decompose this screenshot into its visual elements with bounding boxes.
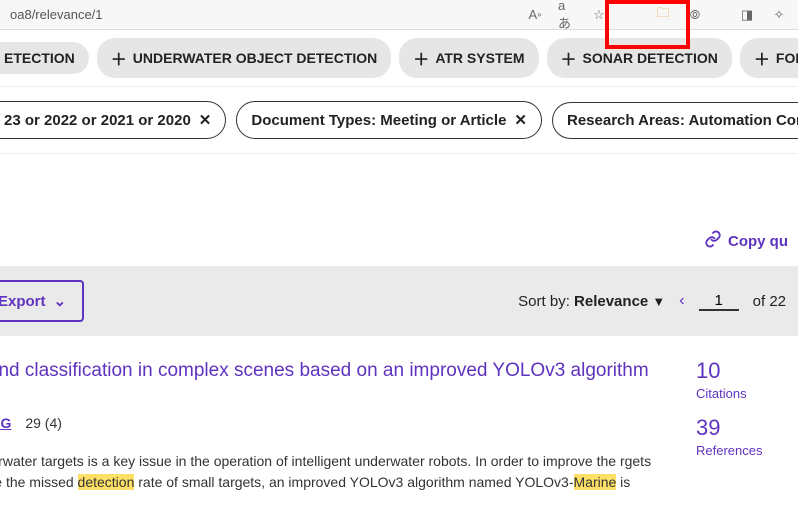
highlight: Marine: [574, 474, 617, 490]
prev-page-button[interactable]: ‹: [679, 292, 684, 310]
filter-chip-doctype[interactable]: Document Types: Meeting or Article✕: [236, 101, 542, 139]
link-icon: [704, 230, 722, 252]
filter-chip-area[interactable]: Research Areas: Automation Control Syste: [552, 102, 798, 139]
spacer: [0, 154, 798, 224]
close-icon[interactable]: ✕: [514, 111, 527, 129]
plus-icon: ＋: [413, 46, 429, 70]
folder-icon[interactable]: 🗀: [654, 6, 672, 24]
keyword-chip[interactable]: ＋UNDERWATER OBJECT DETECTION: [97, 38, 392, 78]
citations-count: 10: [696, 358, 786, 384]
volume-info: 29 (4): [25, 415, 62, 431]
citations-link[interactable]: Citations: [696, 386, 786, 401]
collections-icon[interactable]: ✧: [770, 6, 788, 24]
read-aloud-icon[interactable]: A»: [526, 6, 544, 24]
extension-icon[interactable]: ⦾: [686, 6, 704, 24]
result-metrics: 10 Citations 39 References: [696, 358, 786, 493]
sort-pagination: Sort by: Relevance ▼ ‹ of 22: [518, 292, 786, 311]
favorite-icon[interactable]: ☆: [590, 6, 608, 24]
browser-icons: A» aあ ☆ 🗀 ⦾ ◨ ✧: [526, 6, 788, 24]
result-title[interactable]: tion and classification in complex scene…: [0, 358, 676, 385]
plus-icon: ＋: [754, 46, 770, 70]
plus-icon: ＋: [111, 46, 127, 70]
page-of-label: of 22: [753, 293, 786, 310]
abstract: on of underwater targets is a key issue …: [0, 451, 676, 493]
keyword-chip[interactable]: ETECTION: [0, 42, 89, 74]
close-icon[interactable]: ✕: [199, 111, 212, 129]
active-filters: 23 or 2022 or 2021 or 2020✕ Document Typ…: [0, 87, 798, 154]
highlight: detection: [78, 474, 135, 490]
references-count: 39: [696, 415, 786, 441]
translate-icon[interactable]: aあ: [558, 6, 576, 24]
plus-icon: ＋: [561, 46, 577, 70]
search-result: tion and classification in complex scene…: [0, 336, 798, 493]
keyword-suggestions: ETECTION ＋UNDERWATER OBJECT DETECTION ＋A…: [0, 30, 798, 87]
page-input[interactable]: [699, 292, 739, 311]
browser-address-bar: oa8/relevance/1 A» aあ ☆ 🗀 ⦾ ◨ ✧: [0, 0, 798, 30]
source-line: NIC IMAGING 29 (4): [12, 415, 676, 431]
split-icon[interactable]: ◨: [738, 6, 756, 24]
result-main: tion and classification in complex scene…: [12, 358, 696, 493]
references-link[interactable]: References: [696, 443, 786, 458]
url-text: oa8/relevance/1: [10, 7, 526, 22]
sort-control[interactable]: Sort by: Relevance ▼: [518, 293, 665, 310]
keyword-chip[interactable]: ＋SONAR DETECTION: [547, 38, 732, 78]
keyword-chip[interactable]: ＋ATR SYSTEM: [399, 38, 538, 78]
chevron-down-icon: ⌄: [54, 292, 67, 310]
export-button[interactable]: Export ⌄: [0, 280, 84, 322]
chevron-down-icon: ▼: [652, 294, 665, 309]
keyword-chip[interactable]: ＋FOR: [740, 38, 798, 78]
filter-chip-year[interactable]: 23 or 2022 or 2021 or 2020✕: [0, 101, 226, 139]
copy-query-link[interactable]: Copy qu: [704, 230, 788, 252]
copy-query-bar: Copy qu: [0, 224, 798, 266]
results-toolbar: Export ⌄ Sort by: Relevance ▼ ‹ of 22: [0, 266, 798, 336]
journal-link[interactable]: NIC IMAGING: [0, 415, 11, 431]
